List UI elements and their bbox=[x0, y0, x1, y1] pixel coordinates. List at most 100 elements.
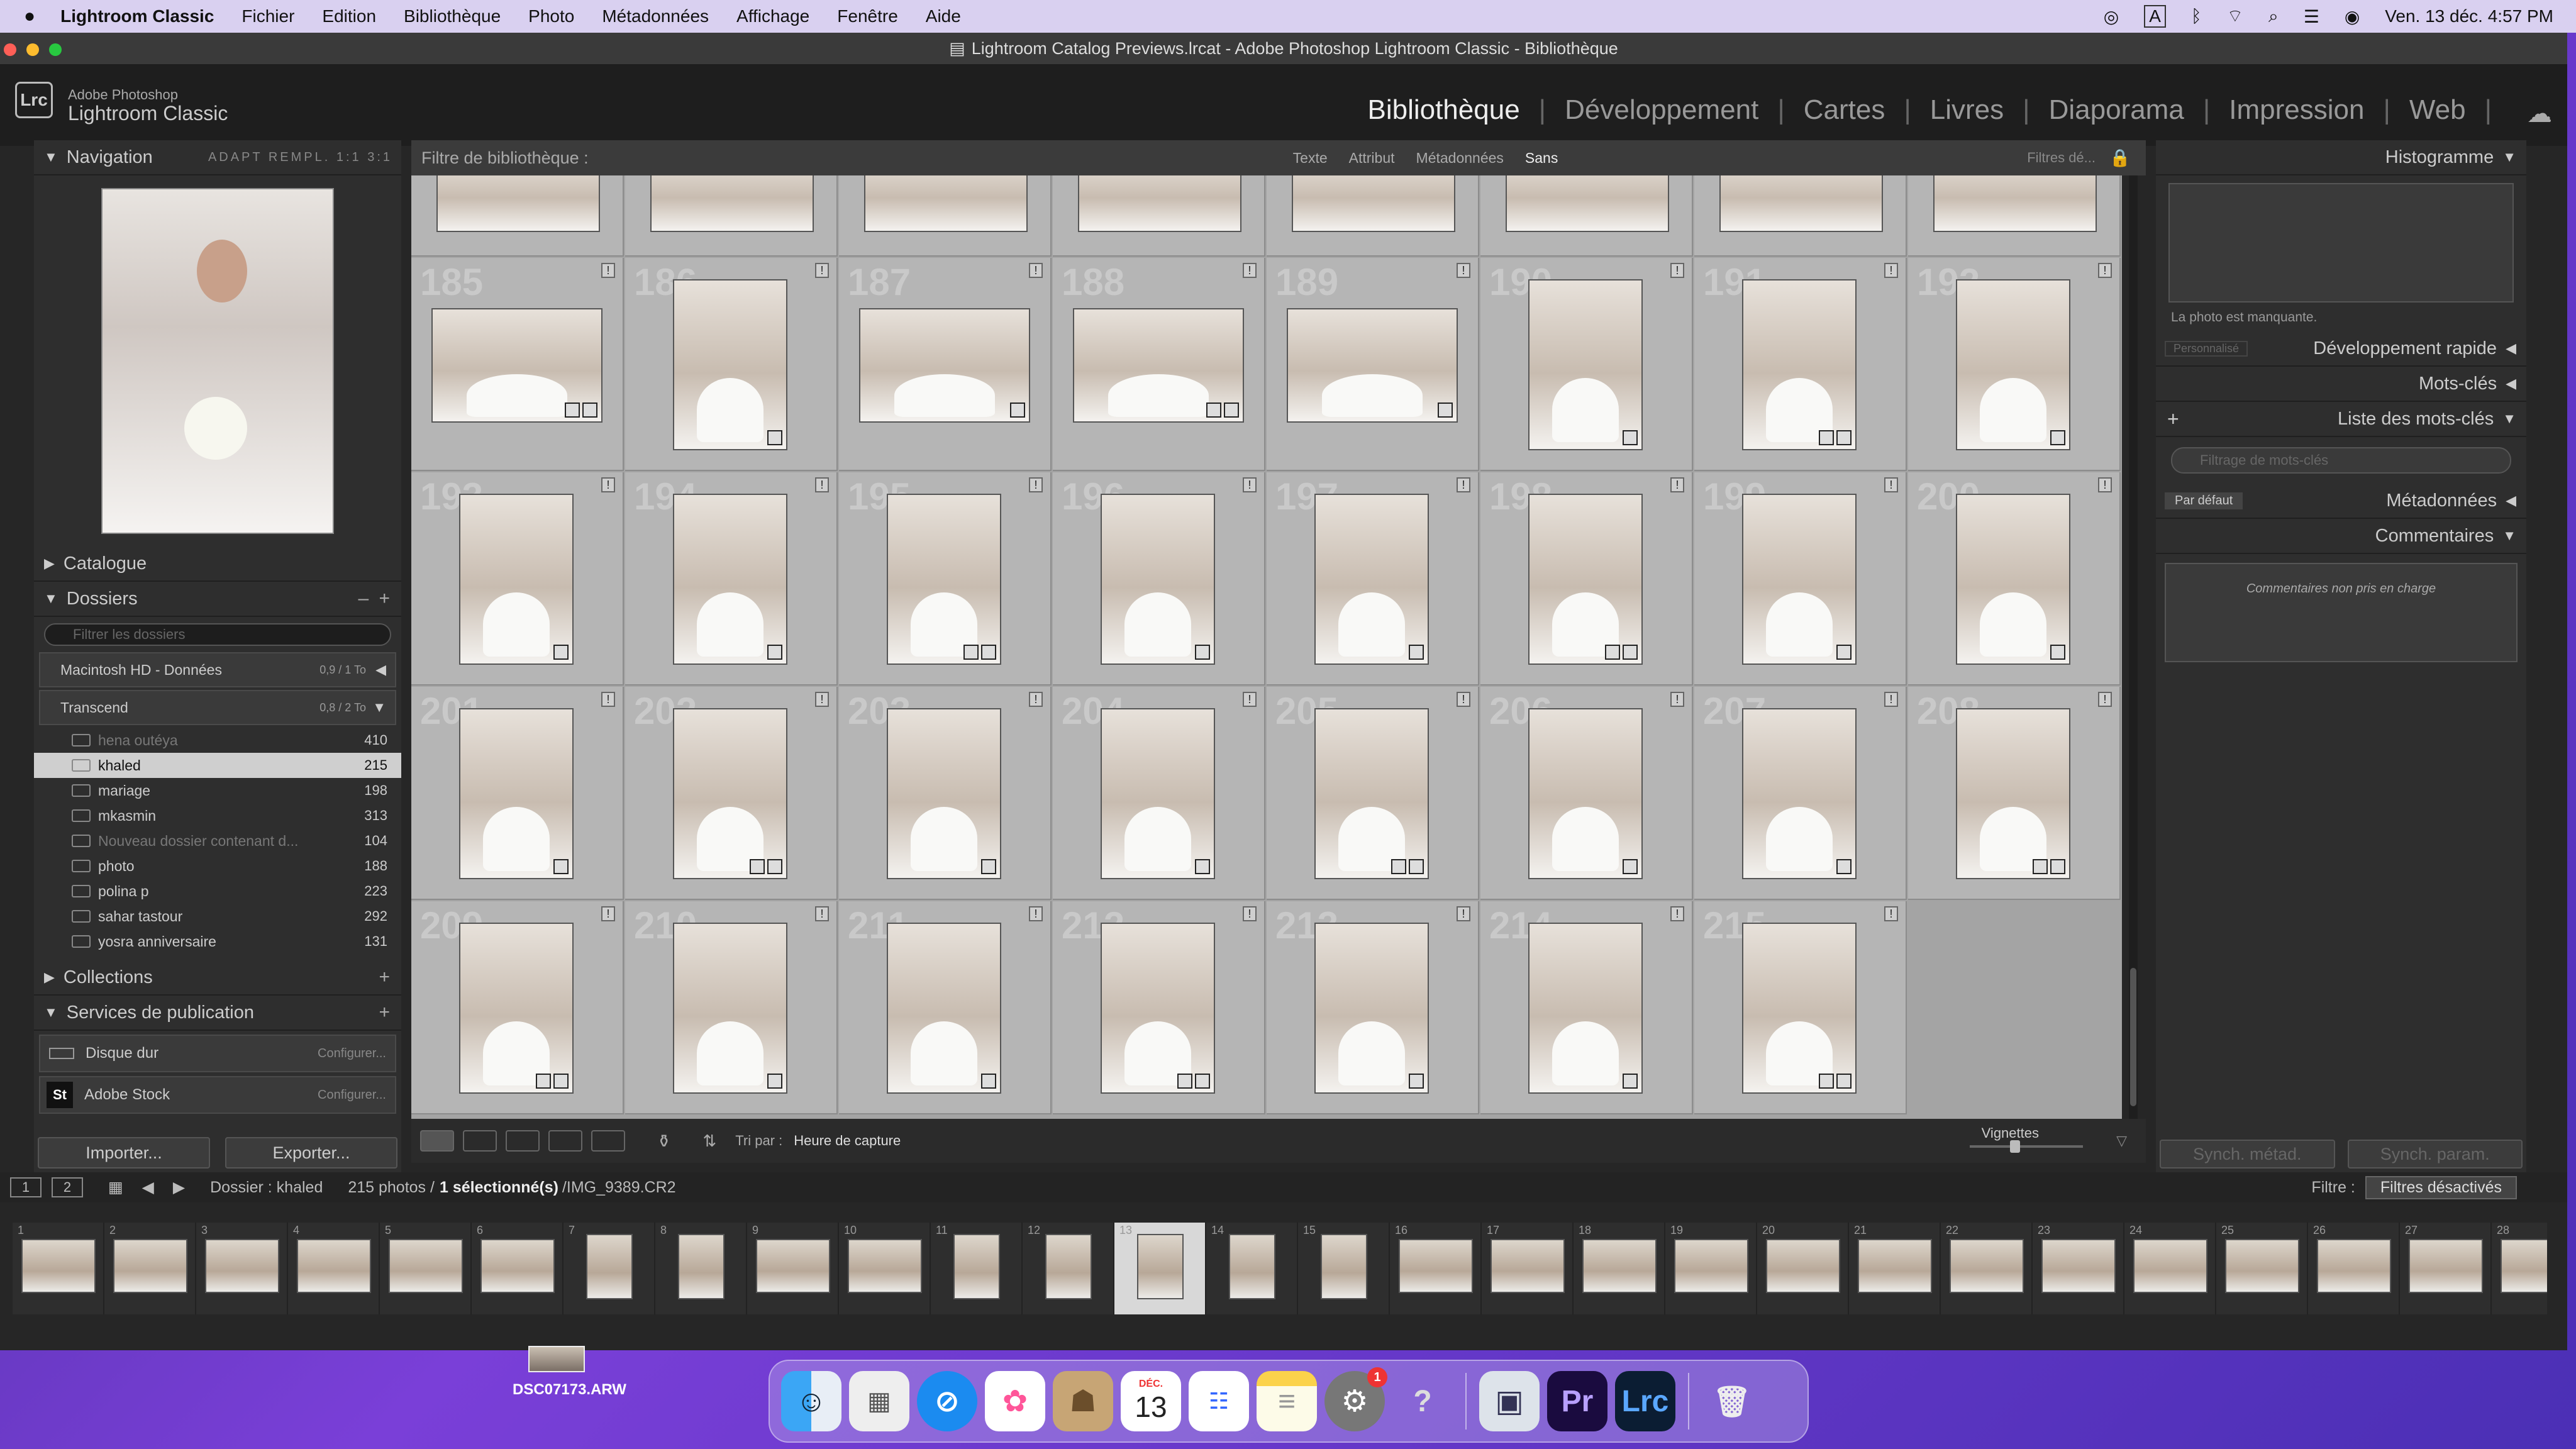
photo-thumbnail[interactable] bbox=[673, 923, 787, 1094]
quick-develop-preset[interactable]: Personnalisé bbox=[2165, 340, 2248, 357]
publish-adobe-stock[interactable]: St Adobe Stock Configurer... bbox=[39, 1076, 396, 1114]
flag-icon[interactable]: ! bbox=[1670, 692, 1684, 707]
flag-icon[interactable]: ! bbox=[2098, 477, 2112, 492]
photo-thumbnail[interactable] bbox=[673, 279, 787, 450]
menu-fichier[interactable]: Fichier bbox=[242, 6, 294, 26]
grid-cell[interactable]: 197! bbox=[1267, 472, 1479, 686]
menu-fenetre[interactable]: Fenêtre bbox=[837, 6, 898, 26]
flag-icon[interactable]: ! bbox=[1884, 477, 1898, 492]
filmstrip-frame[interactable]: 4 bbox=[288, 1223, 380, 1314]
flag-icon[interactable]: ! bbox=[1243, 692, 1257, 707]
add-remove-folder-icon[interactable]: – + bbox=[358, 588, 392, 609]
filmstrip-frame[interactable]: 19 bbox=[1665, 1223, 1757, 1314]
settings-icon[interactable]: ⚙ 1 bbox=[1324, 1367, 1387, 1431]
configure-link[interactable]: Configurer... bbox=[318, 1088, 386, 1102]
module-diaporama[interactable]: Diaporama bbox=[2049, 94, 2184, 126]
filter-dropdown[interactable]: Filtres désactivés bbox=[2365, 1175, 2517, 1199]
catalogue-header[interactable]: ▶ Catalogue bbox=[34, 547, 401, 582]
folder-item[interactable]: photo 188 bbox=[34, 853, 401, 879]
flag-icon[interactable]: ! bbox=[1670, 263, 1684, 278]
volume-macintosh-hd[interactable]: Macintosh HD - Données 0,9 / 1 To ◀ bbox=[39, 652, 396, 687]
creative-cloud-icon[interactable]: ◎ bbox=[2104, 6, 2119, 27]
metadata-preset[interactable]: Par défaut bbox=[2165, 492, 2243, 509]
help-icon[interactable]: ? bbox=[1392, 1371, 1453, 1431]
grid-cell[interactable]: 199! bbox=[1694, 472, 1907, 686]
grid-cell-partial[interactable] bbox=[1908, 175, 2121, 257]
filter-tab-texte[interactable]: Texte bbox=[1293, 150, 1328, 167]
filter-tab-metadonnees[interactable]: Métadonnées bbox=[1416, 150, 1504, 167]
photo-thumbnail[interactable] bbox=[1742, 708, 1857, 879]
filmstrip-frame[interactable]: 25 bbox=[2216, 1223, 2308, 1314]
contacts-icon[interactable]: ☗ bbox=[1053, 1371, 1113, 1431]
input-source-icon[interactable]: A bbox=[2144, 5, 2166, 28]
grid-cell[interactable]: 189! bbox=[1267, 258, 1479, 471]
flag-icon[interactable]: ! bbox=[601, 263, 615, 278]
folder-item[interactable]: sahar tastour 292 bbox=[34, 904, 401, 929]
folder-item[interactable]: Nouveau dossier contenant d... 104 bbox=[34, 828, 401, 853]
siri-icon[interactable]: ◉ bbox=[2345, 6, 2360, 27]
flag-icon[interactable]: ! bbox=[1243, 906, 1257, 921]
filmstrip-frame[interactable]: 27 bbox=[2400, 1223, 2492, 1314]
grid-cell-partial[interactable] bbox=[1480, 175, 1693, 257]
menu-clock[interactable]: Ven. 13 déc. 4:57 PM bbox=[2385, 6, 2553, 26]
grid-cell[interactable]: 198! bbox=[1480, 472, 1693, 686]
cloud-sync-icon[interactable]: ☁ bbox=[2527, 99, 2552, 128]
keyword-list-header[interactable]: + Liste des mots-clés ▼ bbox=[2156, 402, 2526, 437]
photo-thumbnail[interactable] bbox=[1742, 923, 1857, 1094]
flag-icon[interactable]: ! bbox=[815, 906, 829, 921]
photo-thumbnail[interactable] bbox=[1314, 494, 1429, 665]
menu-affichage[interactable]: Affichage bbox=[736, 6, 809, 26]
close-window-button[interactable] bbox=[4, 43, 16, 56]
grid-cell[interactable]: 211! bbox=[839, 901, 1052, 1114]
control-center-icon[interactable]: ☰ bbox=[2304, 6, 2319, 27]
survey-view-icon[interactable] bbox=[548, 1130, 582, 1152]
photo-grid[interactable]: 185! 186! 187! 188! 189! 190! 191! 192! 193! 194!… bbox=[411, 175, 2122, 1119]
flag-icon[interactable]: ! bbox=[815, 263, 829, 278]
photo-thumbnail[interactable] bbox=[1742, 494, 1857, 665]
loupe-view-icon[interactable] bbox=[463, 1130, 497, 1152]
grid-cell[interactable]: 191! bbox=[1694, 258, 1907, 471]
filmstrip[interactable]: 1 2 3 4 5 6 7 8 9 10 11 12 13 14 15 16 17 18 19 20 21 22 23 24 2… bbox=[13, 1223, 2547, 1314]
photo-thumbnail[interactable] bbox=[459, 708, 574, 879]
window-2-button[interactable]: 2 bbox=[52, 1177, 83, 1197]
filmstrip-frame[interactable]: 14 bbox=[1206, 1223, 1298, 1314]
filter-preset-dropdown[interactable]: Filtres dé... bbox=[2027, 150, 2096, 166]
photo-thumbnail[interactable] bbox=[859, 308, 1030, 423]
photo-thumbnail[interactable] bbox=[459, 923, 574, 1094]
scrollbar-thumb[interactable] bbox=[2130, 968, 2136, 1106]
photo-thumbnail[interactable] bbox=[1956, 708, 2070, 879]
photo-thumbnail[interactable] bbox=[1528, 923, 1643, 1094]
photo-thumbnail[interactable] bbox=[1078, 175, 1241, 232]
flag-icon[interactable]: ! bbox=[2098, 263, 2112, 278]
filmstrip-frame[interactable]: 6 bbox=[472, 1223, 564, 1314]
grid-cell[interactable]: 205! bbox=[1267, 687, 1479, 900]
slider-knob[interactable] bbox=[2010, 1140, 2020, 1153]
filmstrip-frame[interactable]: 23 bbox=[2033, 1223, 2124, 1314]
add-keyword-icon[interactable]: + bbox=[2167, 408, 2179, 431]
filmstrip-frame[interactable]: 7 bbox=[564, 1223, 655, 1314]
filter-tab-sans[interactable]: Sans bbox=[1525, 150, 1558, 167]
filmstrip-frame[interactable]: 8 bbox=[655, 1223, 747, 1314]
publish-services-header[interactable]: ▼ Services de publication + bbox=[34, 996, 401, 1031]
menu-bibliotheque[interactable]: Bibliothèque bbox=[404, 6, 501, 26]
filmstrip-frame[interactable]: 13 bbox=[1114, 1223, 1206, 1314]
collections-header[interactable]: ▶ Collections + bbox=[34, 960, 401, 996]
grid-cell[interactable]: 215! bbox=[1694, 901, 1907, 1114]
folder-filter-input[interactable]: Filtrer les dossiers bbox=[44, 623, 391, 646]
grid-cell[interactable]: 201! bbox=[411, 687, 624, 900]
filmstrip-frame[interactable]: 11 bbox=[931, 1223, 1023, 1314]
photo-thumbnail[interactable] bbox=[431, 308, 602, 423]
flag-icon[interactable]: ! bbox=[1457, 263, 1470, 278]
filter-tab-attribut[interactable]: Attribut bbox=[1349, 150, 1395, 167]
import-button[interactable]: Importer... bbox=[38, 1137, 210, 1169]
sync-metadata-button[interactable]: Synch. métad. bbox=[2160, 1140, 2335, 1169]
painter-icon[interactable]: ⚱ bbox=[657, 1131, 671, 1152]
launchpad-icon[interactable]: ▦ bbox=[849, 1371, 909, 1431]
flag-icon[interactable]: ! bbox=[1243, 263, 1257, 278]
filmstrip-frame[interactable]: 18 bbox=[1574, 1223, 1665, 1314]
grid-cell-partial[interactable] bbox=[1694, 175, 1907, 257]
thumbnail-size-slider[interactable] bbox=[1970, 1140, 2083, 1153]
photo-thumbnail[interactable] bbox=[887, 923, 1001, 1094]
photo-thumbnail[interactable] bbox=[1528, 279, 1643, 450]
photos-icon[interactable]: ✿ bbox=[985, 1371, 1045, 1431]
